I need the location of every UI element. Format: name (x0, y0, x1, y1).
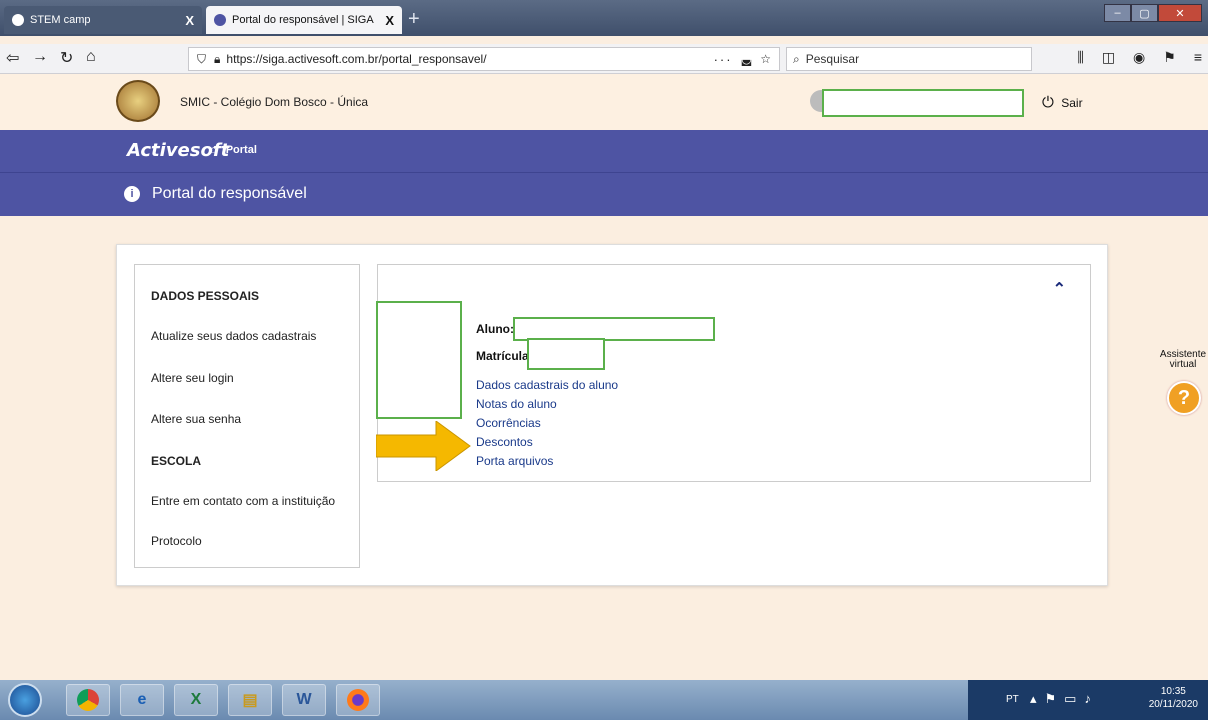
new-tab-button[interactable]: + (408, 8, 420, 31)
shield-icon: ⛉ (197, 51, 207, 66)
lock-icon: 🔒︎ (214, 51, 221, 66)
tray-icons[interactable]: ▴⚑▭♪ (1030, 691, 1099, 707)
main-card: DADOS PESSOAIS Atualize seus dados cadas… (116, 244, 1108, 586)
sidebar-item-altere-senha[interactable]: Altere sua senha (151, 412, 241, 426)
extension-icon[interactable]: ⚑ (1163, 49, 1176, 66)
nav-portal-label: Portal (225, 144, 257, 156)
excel-taskbar-icon[interactable]: X (174, 684, 218, 716)
aluno-label: Aluno: (476, 322, 514, 336)
clock-time: 10:35 (1160, 686, 1186, 697)
power-icon: ⏻ (1042, 94, 1054, 111)
window-controls: – ▢ ✕ (1104, 4, 1202, 22)
chrome-taskbar-icon[interactable] (66, 684, 110, 716)
site-favicon-icon (12, 14, 24, 26)
sidebar-heading-escola: ESCOLA (151, 454, 202, 468)
link-ocorrencias[interactable]: Ocorrências (476, 416, 541, 430)
sidebar-menu: DADOS PESSOAIS Atualize seus dados cadas… (134, 264, 360, 568)
browser-tab-bar: STEM camp X Portal do responsável | SIGA… (0, 0, 1208, 36)
link-descontos[interactable]: Descontos (476, 435, 533, 449)
menu-icon[interactable]: ≡ (1194, 49, 1202, 66)
browser-toolbar: ⇦ → ↻ ⌂ ⛉ 🔒︎ https://siga.activesoft.com… (0, 44, 1208, 74)
link-dados-cadastrais[interactable]: Dados cadastrais do aluno (476, 378, 618, 392)
url-text: https://siga.activesoft.com.br/portal_re… (226, 52, 487, 66)
home-icon[interactable]: ⌂ (86, 48, 96, 66)
arrow-pointer-icon (376, 421, 471, 471)
activesoft-favicon-icon (214, 14, 226, 26)
student-panel: ⌃ Aluno: Matrícula Dados cadastrais do a… (376, 264, 1091, 482)
clock-date: 20/11/2020 (1148, 699, 1198, 710)
tab-close-icon[interactable]: X (385, 13, 394, 28)
bookmark-star-icon[interactable]: ☆ (760, 52, 771, 66)
windows-taskbar: e X ▤ W PT ▴⚑▭♪ 10:35 20/11/2020 (0, 680, 1208, 720)
matricula-redacted (527, 338, 605, 370)
sidebar-item-altere-login[interactable]: Altere seu login (151, 371, 234, 385)
sidebar-heading-dados-pessoais: DADOS PESSOAIS (151, 289, 260, 303)
reload-icon[interactable]: ↻ (60, 48, 73, 68)
info-icon: i (124, 186, 140, 202)
nav-portal-link[interactable]: ⌂ Portal (210, 144, 257, 156)
collapse-chevron-up-icon[interactable]: ⌃ (1053, 279, 1066, 299)
page-title: i Portal do responsável (124, 185, 307, 203)
link-notas[interactable]: Notas do aluno (476, 397, 557, 411)
page-title-bar: i Portal do responsável (0, 172, 1208, 216)
page-actions-icon[interactable]: ··· (714, 52, 733, 67)
minimize-button[interactable]: – (1104, 4, 1131, 22)
search-icon: ⌕ (793, 51, 800, 66)
sidebar-item-protocolo[interactable]: Protocolo (151, 534, 202, 548)
forward-icon[interactable]: → (32, 48, 48, 66)
tab-close-icon[interactable]: X (185, 13, 194, 28)
link-porta-arquivos[interactable]: Porta arquivos (476, 454, 553, 468)
page-title-text: Portal do responsável (152, 185, 307, 202)
firefox-taskbar-icon[interactable] (336, 684, 380, 716)
language-indicator[interactable]: PT (1006, 694, 1019, 705)
search-input[interactable]: ⌕ Pesquisar (786, 47, 1032, 71)
matricula-label: Matrícula (476, 349, 529, 363)
internet-explorer-taskbar-icon[interactable]: e (120, 684, 164, 716)
tab-stem-camp[interactable]: STEM camp X (4, 6, 202, 34)
top-nav-bar: Activesoft ⌂ Portal (0, 130, 1208, 172)
start-button[interactable] (8, 683, 42, 717)
user-name-redacted (822, 89, 1024, 117)
back-icon[interactable]: ⇦ (6, 48, 19, 68)
library-icon[interactable]: ⫼ (1077, 49, 1083, 66)
tab-label: STEM camp (30, 14, 91, 26)
school-name: SMIC - Colégio Dom Bosco - Única (180, 95, 369, 109)
school-logo (116, 80, 160, 122)
system-tray: PT ▴⚑▭♪ 10:35 20/11/2020 (968, 680, 1208, 720)
close-window-button[interactable]: ✕ (1158, 4, 1202, 22)
word-taskbar-icon[interactable]: W (282, 684, 326, 716)
home-icon: ⌂ (210, 144, 217, 156)
address-bar[interactable]: ⛉ 🔒︎ https://siga.activesoft.com.br/port… (188, 47, 780, 71)
student-photo-redacted (376, 301, 462, 419)
logout-label: Sair (1061, 96, 1083, 110)
tab-portal[interactable]: Portal do responsável | SIGA X (206, 6, 402, 34)
tab-label: Portal do responsável | SIGA (232, 14, 374, 26)
sidebar-icon[interactable]: ◫ (1102, 49, 1115, 66)
clock[interactable]: 10:35 20/11/2020 (1149, 685, 1198, 711)
sidebar-item-atualize-dados[interactable]: Atualize seus dados cadastrais (151, 329, 316, 343)
site-header: SMIC - Colégio Dom Bosco - Única ⏻ Sair (0, 74, 1208, 130)
logout-button[interactable]: ⏻ Sair (1042, 94, 1083, 111)
assistant-help-button[interactable]: ? (1167, 381, 1201, 415)
maximize-button[interactable]: ▢ (1131, 4, 1158, 22)
assistant-label-line2: virtual (1169, 359, 1197, 370)
sidebar-item-contato[interactable]: Entre em contato com a instituição (151, 494, 335, 508)
toolbar-right-icons: ⫼ ◫ ◉ ⚑ ≡ (1077, 49, 1202, 66)
file-explorer-taskbar-icon[interactable]: ▤ (228, 684, 272, 716)
account-icon[interactable]: ◉ (1133, 49, 1145, 66)
search-placeholder: Pesquisar (805, 52, 860, 66)
pocket-icon[interactable]: ◛ (741, 52, 753, 66)
assistant-label: Assistente virtual (1158, 350, 1208, 370)
